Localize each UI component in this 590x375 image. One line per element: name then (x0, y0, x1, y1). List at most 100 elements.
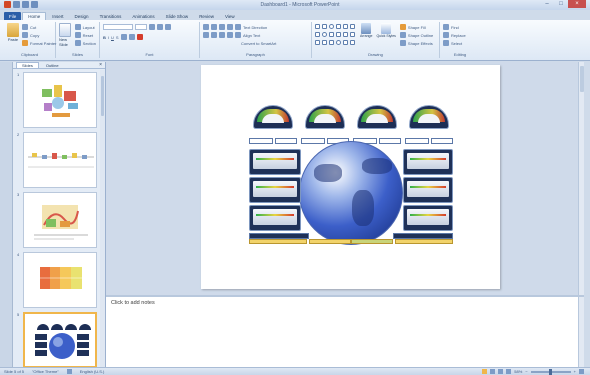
convert-smartart-button[interactable]: Convert to SmartArt (241, 41, 276, 46)
reading-view-icon[interactable] (498, 369, 504, 374)
arrange-icon[interactable] (361, 23, 372, 34)
notes-placeholder[interactable]: Click to add notes (111, 300, 155, 306)
slide-thumbnail-2[interactable] (23, 132, 97, 188)
left-meter-panel-3[interactable] (249, 205, 301, 231)
shapes-gallery[interactable] (315, 23, 356, 47)
slide-vertical-scrollbar[interactable] (578, 62, 584, 295)
gauge-4[interactable] (409, 105, 449, 129)
scroll-thumb[interactable] (580, 66, 584, 92)
spelling-icon[interactable] (66, 369, 72, 374)
find-button[interactable]: Find (443, 23, 477, 31)
align-left-icon[interactable] (203, 32, 209, 38)
scroll-thumb[interactable] (101, 76, 104, 116)
tab-review[interactable]: Review (194, 12, 219, 20)
increase-indent-icon[interactable] (227, 24, 233, 30)
left-meter-panel-2[interactable] (249, 177, 301, 203)
close-pane-icon[interactable]: × (99, 62, 102, 68)
redo-icon[interactable] (31, 1, 38, 8)
replace-button[interactable]: Replace (443, 31, 477, 39)
powerpoint-app-icon[interactable] (4, 1, 11, 8)
gauge-3[interactable] (357, 105, 397, 129)
normal-view-icon[interactable] (482, 369, 488, 374)
italic-icon[interactable]: I (108, 35, 109, 40)
zoom-in-icon[interactable]: + (574, 369, 576, 374)
slide-thumbnail-5[interactable] (23, 312, 97, 368)
tab-view[interactable]: View (220, 12, 240, 20)
section-button[interactable]: Section (74, 39, 96, 47)
decrease-indent-icon[interactable] (219, 24, 225, 30)
right-meter-panel-2[interactable] (403, 177, 453, 203)
strikethrough-icon[interactable]: S (116, 35, 119, 40)
tab-transitions[interactable]: Transitions (95, 12, 127, 20)
slide-thumbnail-1[interactable] (23, 72, 97, 128)
tab-slide-show[interactable]: Slide Show (161, 12, 194, 20)
tab-outline[interactable]: Outline (41, 62, 64, 68)
minimize-icon[interactable]: – (540, 0, 554, 8)
char-spacing-icon[interactable] (120, 34, 127, 40)
gauge-1[interactable] (253, 105, 293, 129)
right-meter-panel-3[interactable] (403, 205, 453, 231)
left-meter-panel-1[interactable] (249, 149, 301, 175)
copy-button[interactable]: Copy (22, 31, 56, 39)
arrange-button[interactable]: Arrange (360, 34, 372, 38)
tab-animations[interactable]: Animations (127, 12, 159, 20)
text-direction-button[interactable]: Text Direction (243, 25, 267, 30)
clear-formatting-icon[interactable] (165, 24, 171, 30)
gauge-2[interactable] (305, 105, 345, 129)
columns-icon[interactable] (235, 32, 241, 38)
tab-file[interactable]: File (4, 12, 22, 20)
new-slide-button[interactable]: New Slide (59, 37, 72, 47)
theme-status[interactable]: "Office Theme" (32, 369, 59, 374)
paste-icon[interactable] (7, 23, 19, 37)
shrink-font-icon[interactable] (157, 24, 163, 30)
zoom-slider[interactable] (530, 368, 571, 375)
shape-fill-button[interactable]: Shape Fill (399, 23, 433, 31)
layout-button[interactable]: Layout (74, 23, 96, 31)
justify-icon[interactable] (227, 32, 233, 38)
current-slide[interactable] (201, 65, 500, 289)
quick-styles-icon[interactable] (381, 23, 392, 34)
bold-icon[interactable]: B (103, 35, 106, 40)
notes-pane[interactable]: Click to add notes (106, 295, 584, 367)
right-meter-panel-1[interactable] (403, 149, 453, 175)
cut-button[interactable]: Cut (22, 23, 56, 31)
change-case-icon[interactable] (128, 34, 135, 40)
undo-icon[interactable] (22, 1, 29, 8)
slideshow-icon[interactable] (506, 369, 512, 374)
format-painter-button[interactable]: Format Painter (22, 39, 56, 47)
line-spacing-icon[interactable] (235, 24, 241, 30)
thumbnail-scrollbar[interactable] (100, 70, 105, 367)
slide-thumbnail-4[interactable] (23, 252, 97, 308)
notes-scrollbar[interactable] (578, 297, 584, 367)
font-name-dropdown[interactable] (103, 24, 133, 30)
numbering-icon[interactable] (211, 24, 217, 30)
language-status[interactable]: English (U.S.) (80, 369, 105, 374)
zoom-level[interactable]: 58% (514, 369, 522, 374)
fit-to-window-icon[interactable] (579, 369, 584, 374)
underline-icon[interactable]: U (111, 35, 114, 40)
slide-thumbnail-3[interactable] (23, 192, 97, 248)
zoom-slider-knob[interactable] (548, 368, 552, 375)
quick-styles-button[interactable]: Quick Styles (376, 34, 395, 38)
tab-design[interactable]: Design (70, 12, 94, 20)
bullets-icon[interactable] (203, 24, 209, 30)
new-slide-icon[interactable] (59, 23, 72, 37)
tab-insert[interactable]: Insert (47, 12, 68, 20)
tab-slides[interactable]: Slides (16, 62, 39, 68)
shape-effects-button[interactable]: Shape Effects (399, 39, 433, 47)
font-color-icon[interactable] (136, 34, 143, 40)
select-button[interactable]: Select (443, 39, 477, 47)
tab-home[interactable]: Home (22, 12, 47, 20)
align-text-button[interactable]: Align Text (243, 33, 260, 38)
grow-font-icon[interactable] (149, 24, 155, 30)
paste-button[interactable]: Paste (8, 37, 18, 42)
zoom-out-icon[interactable]: − (525, 369, 527, 374)
reset-button[interactable]: Reset (74, 31, 96, 39)
align-right-icon[interactable] (219, 32, 225, 38)
save-icon[interactable] (13, 1, 20, 8)
close-icon[interactable]: × (568, 0, 586, 8)
font-size-dropdown[interactable] (135, 24, 147, 30)
align-center-icon[interactable] (211, 32, 217, 38)
shape-outline-button[interactable]: Shape Outline (399, 31, 433, 39)
maximize-icon[interactable]: □ (554, 0, 568, 8)
